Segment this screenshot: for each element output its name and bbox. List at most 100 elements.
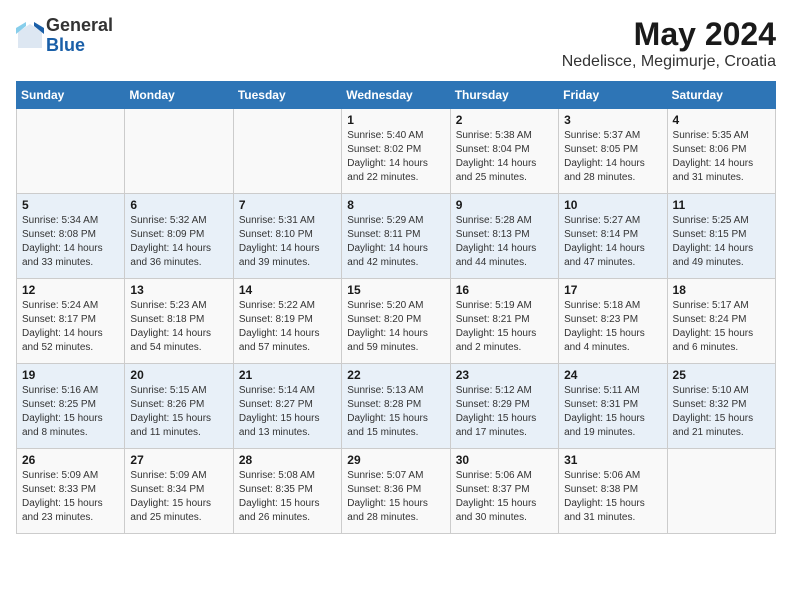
calendar-cell: 8 Sunrise: 5:29 AM Sunset: 8:11 PM Daylig… [342, 194, 450, 279]
calendar-cell: 23 Sunrise: 5:12 AM Sunset: 8:29 PM Dayli… [450, 364, 558, 449]
header-day-sunday: Sunday [17, 82, 125, 109]
calendar-cell: 24 Sunrise: 5:11 AM Sunset: 8:31 PM Dayli… [559, 364, 667, 449]
calendar-cell: 13 Sunrise: 5:23 AM Sunset: 8:18 PM Dayli… [125, 279, 233, 364]
calendar-cell: 3 Sunrise: 5:37 AM Sunset: 8:05 PM Daylig… [559, 109, 667, 194]
calendar: SundayMondayTuesdayWednesdayThursdayFrid… [16, 81, 776, 534]
day-info: Sunrise: 5:08 AM Sunset: 8:35 PM Dayligh… [239, 469, 336, 525]
day-number: 1 [347, 113, 444, 127]
day-number: 20 [130, 368, 227, 382]
calendar-cell [667, 449, 775, 534]
day-number: 2 [456, 113, 553, 127]
logo: General Blue [16, 16, 113, 56]
day-number: 23 [456, 368, 553, 382]
day-number: 3 [564, 113, 661, 127]
logo-icon [16, 22, 44, 50]
page-subtitle: Nedelisce, Megimurje, Croatia [562, 53, 776, 71]
week-row-2: 5 Sunrise: 5:34 AM Sunset: 8:08 PM Daylig… [17, 194, 776, 279]
day-info: Sunrise: 5:07 AM Sunset: 8:36 PM Dayligh… [347, 469, 444, 525]
day-info: Sunrise: 5:11 AM Sunset: 8:31 PM Dayligh… [564, 384, 661, 440]
calendar-cell: 1Sunrise: 5:40 AM Sunset: 8:02 PM Daylig… [342, 109, 450, 194]
calendar-cell [233, 109, 341, 194]
header-day-monday: Monday [125, 82, 233, 109]
day-info: Sunrise: 5:37 AM Sunset: 8:05 PM Dayligh… [564, 129, 661, 185]
day-info: Sunrise: 5:12 AM Sunset: 8:29 PM Dayligh… [456, 384, 553, 440]
day-number: 15 [347, 283, 444, 297]
calendar-cell: 7 Sunrise: 5:31 AM Sunset: 8:10 PM Daylig… [233, 194, 341, 279]
day-number: 5 [22, 198, 119, 212]
day-number: 18 [673, 283, 770, 297]
week-row-5: 26Sunrise: 5:09 AM Sunset: 8:33 PM Dayli… [17, 449, 776, 534]
logo-general: General [46, 15, 113, 35]
logo-blue: Blue [46, 35, 85, 55]
day-info: Sunrise: 5:32 AM Sunset: 8:09 PM Dayligh… [130, 214, 227, 270]
day-number: 31 [564, 453, 661, 467]
day-info: Sunrise: 5:13 AM Sunset: 8:28 PM Dayligh… [347, 384, 444, 440]
header: General Blue May 2024 Nedelisce, Megimur… [16, 16, 776, 71]
day-info: Sunrise: 5:27 AM Sunset: 8:14 PM Dayligh… [564, 214, 661, 270]
day-info: Sunrise: 5:31 AM Sunset: 8:10 PM Dayligh… [239, 214, 336, 270]
day-info: Sunrise: 5:14 AM Sunset: 8:27 PM Dayligh… [239, 384, 336, 440]
day-number: 7 [239, 198, 336, 212]
day-info: Sunrise: 5:20 AM Sunset: 8:20 PM Dayligh… [347, 299, 444, 355]
calendar-cell: 27Sunrise: 5:09 AM Sunset: 8:34 PM Dayli… [125, 449, 233, 534]
day-number: 19 [22, 368, 119, 382]
calendar-cell: 20 Sunrise: 5:15 AM Sunset: 8:26 PM Dayli… [125, 364, 233, 449]
header-day-thursday: Thursday [450, 82, 558, 109]
day-number: 11 [673, 198, 770, 212]
day-info: Sunrise: 5:22 AM Sunset: 8:19 PM Dayligh… [239, 299, 336, 355]
calendar-cell: 25Sunrise: 5:10 AM Sunset: 8:32 PM Dayli… [667, 364, 775, 449]
calendar-cell: 5 Sunrise: 5:34 AM Sunset: 8:08 PM Daylig… [17, 194, 125, 279]
week-row-4: 19 Sunrise: 5:16 AM Sunset: 8:25 PM Dayli… [17, 364, 776, 449]
day-number: 8 [347, 198, 444, 212]
calendar-cell: 19 Sunrise: 5:16 AM Sunset: 8:25 PM Dayli… [17, 364, 125, 449]
calendar-cell: 31Sunrise: 5:06 AM Sunset: 8:38 PM Dayli… [559, 449, 667, 534]
calendar-body: 1Sunrise: 5:40 AM Sunset: 8:02 PM Daylig… [17, 109, 776, 534]
calendar-cell: 9 Sunrise: 5:28 AM Sunset: 8:13 PM Daylig… [450, 194, 558, 279]
day-number: 29 [347, 453, 444, 467]
day-info: Sunrise: 5:19 AM Sunset: 8:21 PM Dayligh… [456, 299, 553, 355]
calendar-cell: 18 Sunrise: 5:17 AM Sunset: 8:24 PM Dayli… [667, 279, 775, 364]
logo-text: General Blue [46, 16, 113, 56]
calendar-cell: 2Sunrise: 5:38 AM Sunset: 8:04 PM Daylig… [450, 109, 558, 194]
day-info: Sunrise: 5:29 AM Sunset: 8:11 PM Dayligh… [347, 214, 444, 270]
calendar-cell: 15 Sunrise: 5:20 AM Sunset: 8:20 PM Dayli… [342, 279, 450, 364]
day-number: 30 [456, 453, 553, 467]
calendar-cell: 14Sunrise: 5:22 AM Sunset: 8:19 PM Dayli… [233, 279, 341, 364]
day-info: Sunrise: 5:15 AM Sunset: 8:26 PM Dayligh… [130, 384, 227, 440]
calendar-cell: 16 Sunrise: 5:19 AM Sunset: 8:21 PM Dayli… [450, 279, 558, 364]
calendar-header: SundayMondayTuesdayWednesdayThursdayFrid… [17, 82, 776, 109]
header-day-wednesday: Wednesday [342, 82, 450, 109]
day-info: Sunrise: 5:17 AM Sunset: 8:24 PM Dayligh… [673, 299, 770, 355]
calendar-cell: 22Sunrise: 5:13 AM Sunset: 8:28 PM Dayli… [342, 364, 450, 449]
header-row: SundayMondayTuesdayWednesdayThursdayFrid… [17, 82, 776, 109]
calendar-cell: 26Sunrise: 5:09 AM Sunset: 8:33 PM Dayli… [17, 449, 125, 534]
calendar-cell: 12Sunrise: 5:24 AM Sunset: 8:17 PM Dayli… [17, 279, 125, 364]
day-number: 4 [673, 113, 770, 127]
day-number: 28 [239, 453, 336, 467]
day-number: 12 [22, 283, 119, 297]
header-day-tuesday: Tuesday [233, 82, 341, 109]
day-info: Sunrise: 5:34 AM Sunset: 8:08 PM Dayligh… [22, 214, 119, 270]
header-day-saturday: Saturday [667, 82, 775, 109]
day-info: Sunrise: 5:18 AM Sunset: 8:23 PM Dayligh… [564, 299, 661, 355]
week-row-3: 12Sunrise: 5:24 AM Sunset: 8:17 PM Dayli… [17, 279, 776, 364]
calendar-cell: 11 Sunrise: 5:25 AM Sunset: 8:15 PM Dayli… [667, 194, 775, 279]
day-info: Sunrise: 5:06 AM Sunset: 8:37 PM Dayligh… [456, 469, 553, 525]
header-day-friday: Friday [559, 82, 667, 109]
calendar-cell: 10 Sunrise: 5:27 AM Sunset: 8:14 PM Dayli… [559, 194, 667, 279]
day-number: 10 [564, 198, 661, 212]
calendar-cell: 21Sunrise: 5:14 AM Sunset: 8:27 PM Dayli… [233, 364, 341, 449]
calendar-cell: 30 Sunrise: 5:06 AM Sunset: 8:37 PM Dayli… [450, 449, 558, 534]
day-number: 9 [456, 198, 553, 212]
day-info: Sunrise: 5:25 AM Sunset: 8:15 PM Dayligh… [673, 214, 770, 270]
day-number: 17 [564, 283, 661, 297]
day-info: Sunrise: 5:16 AM Sunset: 8:25 PM Dayligh… [22, 384, 119, 440]
day-number: 16 [456, 283, 553, 297]
day-number: 6 [130, 198, 227, 212]
day-info: Sunrise: 5:23 AM Sunset: 8:18 PM Dayligh… [130, 299, 227, 355]
day-info: Sunrise: 5:28 AM Sunset: 8:13 PM Dayligh… [456, 214, 553, 270]
title-section: May 2024 Nedelisce, Megimurje, Croatia [562, 16, 776, 71]
day-number: 24 [564, 368, 661, 382]
day-number: 13 [130, 283, 227, 297]
day-info: Sunrise: 5:35 AM Sunset: 8:06 PM Dayligh… [673, 129, 770, 185]
